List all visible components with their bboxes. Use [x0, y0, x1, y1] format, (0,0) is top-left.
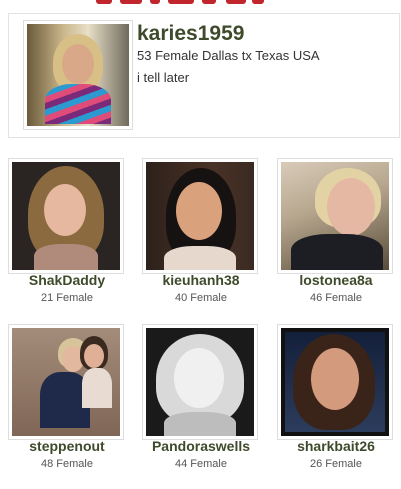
member-info: 44 Female: [175, 458, 227, 470]
profile-card: karies1959 53 Female Dallas tx Texas USA…: [8, 13, 400, 138]
member-info: 48 Female: [41, 458, 93, 470]
member-name[interactable]: lostonea8a: [277, 272, 395, 288]
member-name[interactable]: Pandoraswells: [142, 438, 260, 454]
member-photo[interactable]: [142, 324, 258, 440]
profile-username[interactable]: karies1959: [137, 22, 244, 46]
member-name[interactable]: ShakDaddy: [8, 272, 126, 288]
member-info: 21 Female: [41, 292, 93, 304]
profile-status: i tell later: [137, 70, 190, 85]
profile-info: 53 Female Dallas tx Texas USA: [137, 48, 320, 63]
member-name[interactable]: sharkbait26: [277, 438, 395, 454]
member-name[interactable]: steppenout: [8, 438, 126, 454]
member-photo[interactable]: [8, 158, 124, 274]
member-name[interactable]: kieuhanh38: [142, 272, 260, 288]
member-info: 46 Female: [310, 292, 362, 304]
member-photo[interactable]: [277, 158, 393, 274]
header-cutoff: [0, 0, 401, 5]
member-info: 40 Female: [175, 292, 227, 304]
profile-photo[interactable]: [23, 20, 133, 130]
member-info: 26 Female: [310, 458, 362, 470]
member-photo[interactable]: [142, 158, 258, 274]
member-photo[interactable]: [8, 324, 124, 440]
member-photo[interactable]: [277, 324, 393, 440]
